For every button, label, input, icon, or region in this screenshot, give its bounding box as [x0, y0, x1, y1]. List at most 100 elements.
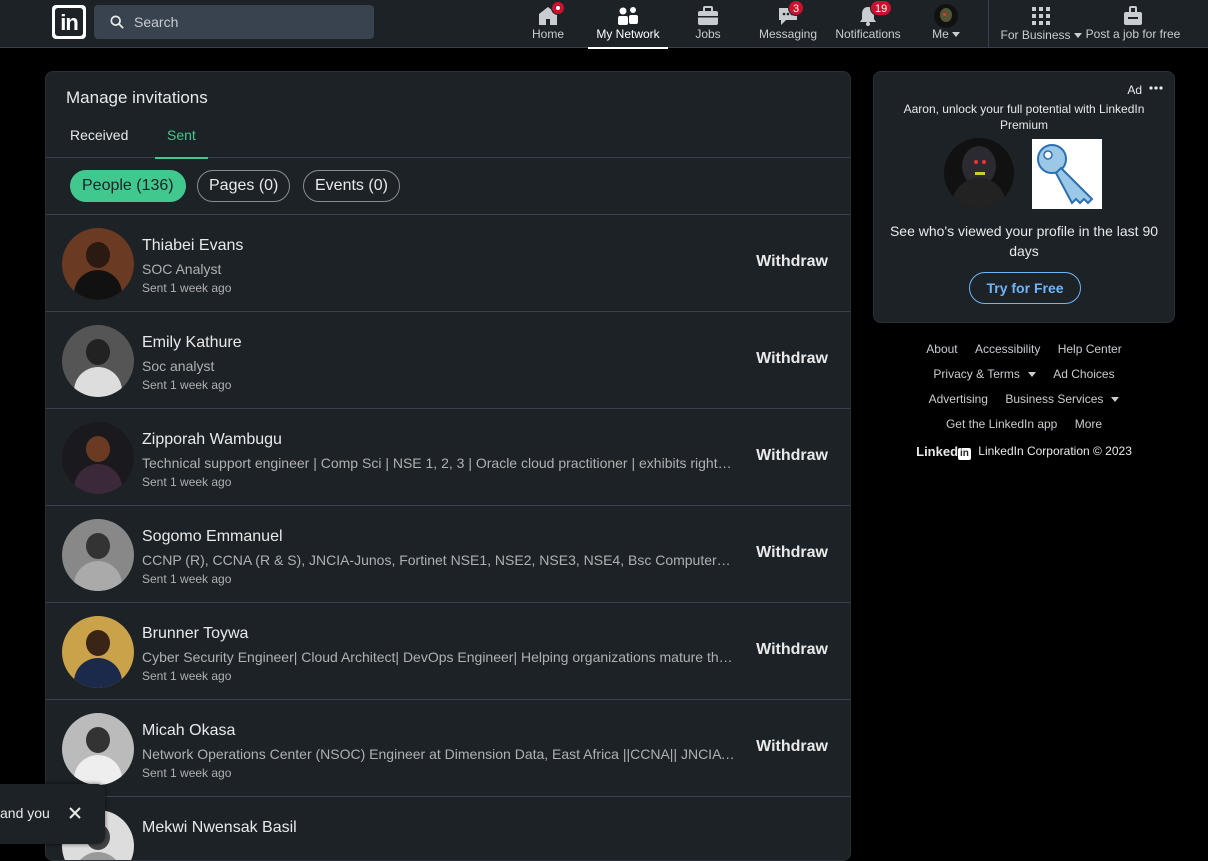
manage-invitations-card: Manage invitations Received Sent People …	[45, 71, 851, 861]
nav-home[interactable]: Home	[520, 0, 576, 48]
invitee-headline: Technical support engineer | Comp Sci | …	[142, 455, 732, 471]
footer-link-more[interactable]: More	[1075, 417, 1102, 431]
avatar	[944, 138, 1014, 208]
list-item: Zipporah Wambugu Technical support engin…	[46, 409, 850, 506]
invitee-name[interactable]: Sogomo Emmanuel	[142, 528, 283, 546]
copyright: Linked in LinkedIn Corporation © 2023	[873, 444, 1175, 460]
list-item: Sogomo Emmanuel CCNP (R), CCNA (R & S), …	[46, 506, 850, 603]
footer-link-get-app[interactable]: Get the LinkedIn app	[946, 417, 1057, 431]
withdraw-button[interactable]: Withdraw	[756, 350, 828, 368]
chevron-down-icon	[951, 32, 960, 38]
footer-link-business-services[interactable]: Business Services	[1005, 392, 1103, 406]
withdraw-button[interactable]: Withdraw	[756, 738, 828, 756]
nav-divider	[988, 0, 989, 48]
filter-events[interactable]: Events (0)	[303, 170, 400, 202]
nav-for-business-label: For Business	[1000, 28, 1071, 42]
top-navigation: in Home My Network Jobs 3 Messaging 19 N…	[0, 0, 1208, 49]
sent-time: Sent 1 week ago	[142, 572, 232, 586]
nav-post-job[interactable]: Post a job for free	[1084, 0, 1182, 48]
sent-time: Sent 1 week ago	[142, 378, 232, 392]
copyright-text: LinkedIn Corporation © 2023	[978, 444, 1132, 459]
list-item: Mekwi Nwensak Basil	[46, 797, 850, 860]
filter-people[interactable]: People (136)	[70, 170, 186, 202]
invitee-name[interactable]: Zipporah Wambugu	[142, 431, 282, 449]
withdraw-button[interactable]: Withdraw	[756, 544, 828, 562]
footer: About Accessibility Help Center Privacy …	[873, 340, 1175, 460]
avatar[interactable]	[62, 713, 134, 785]
avatar[interactable]	[62, 228, 134, 300]
footer-link-ad-choices[interactable]: Ad Choices	[1053, 367, 1114, 381]
invitee-headline: Cyber Security Engineer| Cloud Architect…	[142, 649, 738, 665]
footer-link-privacy-terms[interactable]: Privacy & Terms	[933, 367, 1019, 381]
notifications-badge: 19	[870, 0, 893, 16]
invitee-headline: Network Operations Center (NSOC) Enginee…	[142, 746, 738, 762]
nav-my-network[interactable]: My Network	[588, 0, 668, 49]
nav-notifications-label: Notifications	[835, 27, 901, 41]
search-icon	[110, 15, 124, 29]
search-input[interactable]	[134, 5, 364, 39]
filter-pages[interactable]: Pages (0)	[197, 170, 291, 202]
nav-for-business[interactable]: For Business	[998, 0, 1084, 48]
ad-message: Aaron, unlock your full potential with L…	[903, 102, 1145, 132]
list-item: Thiabei Evans SOC Analyst Sent 1 week ag…	[46, 215, 850, 312]
invitee-name[interactable]: Mekwi Nwensak Basil	[142, 819, 297, 837]
footer-link-accessibility[interactable]: Accessibility	[975, 342, 1040, 356]
nav-messaging[interactable]: 3 Messaging	[756, 0, 820, 48]
filter-pills: People (136) Pages (0) Events (0)	[46, 158, 850, 215]
grid-icon	[1032, 7, 1050, 25]
nav-jobs[interactable]: Jobs	[680, 0, 736, 48]
nav-jobs-label: Jobs	[695, 27, 721, 41]
toast-notification: and you	[0, 784, 105, 844]
invitee-name[interactable]: Thiabei Evans	[142, 237, 243, 255]
invitation-list: Thiabei Evans SOC Analyst Sent 1 week ag…	[46, 215, 850, 860]
chevron-down-icon	[1073, 33, 1082, 39]
invitee-name[interactable]: Emily Kathure	[142, 334, 242, 352]
sent-time: Sent 1 week ago	[142, 766, 232, 780]
nav-my-network-label: My Network	[596, 27, 660, 41]
close-icon[interactable]	[68, 806, 82, 820]
list-item: Micah Okasa Network Operations Center (N…	[46, 700, 850, 797]
premium-ad-card: Ad Aaron, unlock your full potential wit…	[873, 71, 1175, 323]
invitee-headline: CCNP (R), CCNA (R & S), JNCIA-Junos, For…	[142, 552, 731, 568]
footer-link-about[interactable]: About	[926, 342, 957, 356]
invitee-name[interactable]: Micah Okasa	[142, 722, 235, 740]
page-title: Manage invitations	[66, 88, 208, 107]
invitee-headline: SOC Analyst	[142, 261, 222, 277]
list-item: Brunner Toywa Cyber Security Engineer| C…	[46, 603, 850, 700]
avatar	[934, 4, 958, 28]
more-options-icon[interactable]	[1148, 80, 1164, 96]
nav-me[interactable]: Me	[924, 0, 968, 48]
footer-link-help-center[interactable]: Help Center	[1058, 342, 1122, 356]
search-box[interactable]	[94, 5, 374, 39]
avatar[interactable]	[62, 325, 134, 397]
footer-link-advertising[interactable]: Advertising	[929, 392, 988, 406]
nav-post-job-label: Post a job for free	[1085, 27, 1181, 41]
try-for-free-button[interactable]: Try for Free	[969, 272, 1081, 304]
toast-text: and you	[0, 805, 50, 821]
key-icon	[1032, 139, 1102, 209]
avatar[interactable]	[62, 616, 134, 688]
linkedin-logo[interactable]: in	[52, 5, 86, 39]
tab-sent[interactable]: Sent	[155, 118, 208, 159]
ad-label: Ad	[1127, 83, 1142, 97]
sent-time: Sent 1 week ago	[142, 669, 232, 683]
invitation-tabs: Received Sent	[46, 118, 850, 159]
tab-received[interactable]: Received	[58, 118, 140, 158]
nav-home-label: Home	[531, 27, 564, 41]
post-job-icon	[1124, 6, 1142, 25]
nav-notifications[interactable]: 19 Notifications	[832, 0, 904, 48]
nav-messaging-label: Messaging	[758, 27, 818, 41]
linkedin-wordmark: Linked in	[916, 444, 971, 460]
list-item: Emily Kathure Soc analyst Sent 1 week ag…	[46, 312, 850, 409]
chevron-down-icon	[1111, 397, 1120, 403]
sent-time: Sent 1 week ago	[142, 475, 232, 489]
withdraw-button[interactable]: Withdraw	[756, 447, 828, 465]
withdraw-button[interactable]: Withdraw	[756, 253, 828, 271]
invitee-name[interactable]: Brunner Toywa	[142, 625, 248, 643]
messaging-badge: 3	[788, 0, 805, 16]
home-notification-dot	[551, 1, 565, 15]
network-icon	[618, 7, 638, 25]
avatar[interactable]	[62, 422, 134, 494]
avatar[interactable]	[62, 519, 134, 591]
withdraw-button[interactable]: Withdraw	[756, 641, 828, 659]
